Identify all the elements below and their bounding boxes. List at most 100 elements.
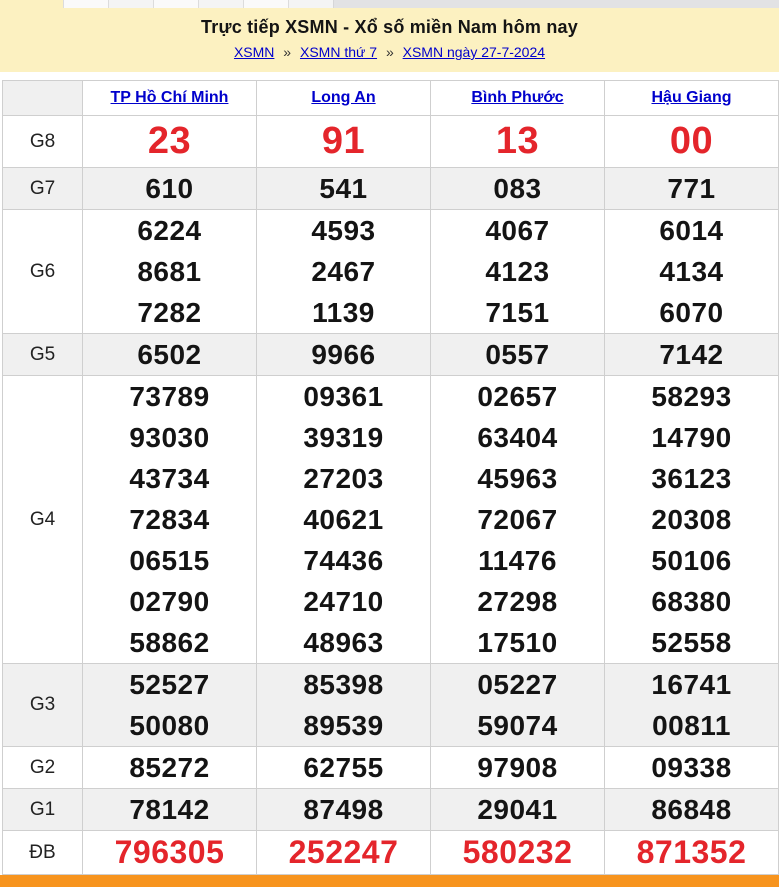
- result-number: 74436: [257, 540, 430, 581]
- prize-row-G1: G178142874982904186848: [3, 789, 779, 831]
- result-number: 7282: [83, 292, 256, 333]
- province-link-tphcm[interactable]: TP Hồ Chí Minh: [111, 89, 229, 106]
- result-cell: 1674100811: [605, 664, 779, 747]
- result-cell: 09361393192720340621744362471048963: [257, 376, 431, 664]
- result-cell: 6502: [83, 334, 257, 376]
- result-cell: 23: [83, 116, 257, 168]
- province-header-cell: Bình Phước: [431, 81, 605, 116]
- result-number: 4123: [431, 251, 604, 292]
- result-number: 85272: [83, 747, 256, 788]
- province-link-longan[interactable]: Long An: [311, 89, 375, 106]
- breadcrumb: XSMN » XSMN thứ 7 » XSMN ngày 27-7-2024: [0, 44, 779, 60]
- result-number: 541: [257, 168, 430, 209]
- result-number: 252247: [257, 831, 430, 874]
- result-cell: 796305: [83, 831, 257, 875]
- result-number: 7142: [605, 334, 778, 375]
- result-number: 1139: [257, 292, 430, 333]
- result-number: 9966: [257, 334, 430, 375]
- result-number: 4134: [605, 251, 778, 292]
- result-cell: 02657634044596372067114762729817510: [431, 376, 605, 664]
- prize-row-G6: G662248681728245932467113940674123715160…: [3, 210, 779, 334]
- top-tab-active[interactable]: [0, 0, 63, 8]
- result-number: 62755: [257, 747, 430, 788]
- page-title: Trực tiếp XSMN - Xổ số miền Nam hôm nay: [0, 17, 779, 38]
- province-header-cell: Hậu Giang: [605, 81, 779, 116]
- prize-label: G4: [3, 376, 83, 664]
- result-number: 24710: [257, 581, 430, 622]
- result-number: 083: [431, 168, 604, 209]
- prize-row-G7: G7610541083771: [3, 168, 779, 210]
- corner-cell: [3, 81, 83, 116]
- result-cell: 541: [257, 168, 431, 210]
- result-number: 86848: [605, 789, 778, 830]
- result-number: 72067: [431, 499, 604, 540]
- result-number: 09361: [257, 376, 430, 417]
- result-number: 87498: [257, 789, 430, 830]
- result-number: 6224: [83, 210, 256, 251]
- result-number: 00: [605, 116, 778, 167]
- result-cell: 58293147903612320308501066838052558: [605, 376, 779, 664]
- prize-row-G5: G56502996605577142: [3, 334, 779, 376]
- result-number: 13: [431, 116, 604, 167]
- result-number: 48963: [257, 622, 430, 663]
- result-number: 0557: [431, 334, 604, 375]
- result-cell: 610: [83, 168, 257, 210]
- result-number: 17510: [431, 622, 604, 663]
- result-cell: 7142: [605, 334, 779, 376]
- result-number: 50080: [83, 705, 256, 746]
- result-number: 93030: [83, 417, 256, 458]
- result-number: 39319: [257, 417, 430, 458]
- result-number: 00811: [605, 705, 778, 746]
- result-number: 4067: [431, 210, 604, 251]
- header-table-gap: [0, 72, 779, 80]
- province-header-cell: TP Hồ Chí Minh: [83, 81, 257, 116]
- prize-label: G6: [3, 210, 83, 334]
- prize-row-G3: G352527500808539889539052275907416741008…: [3, 664, 779, 747]
- result-number: 09338: [605, 747, 778, 788]
- result-number: 580232: [431, 831, 604, 874]
- result-number: 20308: [605, 499, 778, 540]
- result-number: 6502: [83, 334, 256, 375]
- lottery-results-page: Trực tiếp XSMN - Xổ số miền Nam hôm nay …: [0, 0, 779, 887]
- result-number: 52527: [83, 664, 256, 705]
- prize-label: G1: [3, 789, 83, 831]
- top-tab[interactable]: [153, 0, 198, 8]
- result-cell: 252247: [257, 831, 431, 875]
- prize-label: G7: [3, 168, 83, 210]
- top-tab[interactable]: [243, 0, 288, 8]
- breadcrumb-link-xsmn-date[interactable]: XSMN ngày 27-7-2024: [403, 44, 545, 60]
- result-cell: 0557: [431, 334, 605, 376]
- result-cell: 580232: [431, 831, 605, 875]
- result-number: 89539: [257, 705, 430, 746]
- province-link-binhphuoc[interactable]: Bình Phước: [471, 89, 563, 106]
- result-cell: 85272: [83, 747, 257, 789]
- breadcrumb-link-xsmn-thu7[interactable]: XSMN thứ 7: [300, 44, 377, 60]
- result-number: 7151: [431, 292, 604, 333]
- result-number: 50106: [605, 540, 778, 581]
- result-number: 6070: [605, 292, 778, 333]
- result-number: 4593: [257, 210, 430, 251]
- top-tab[interactable]: [108, 0, 153, 8]
- result-number: 78142: [83, 789, 256, 830]
- result-number: 52558: [605, 622, 778, 663]
- province-link-haugiang[interactable]: Hậu Giang: [651, 89, 731, 106]
- breadcrumb-link-xsmn[interactable]: XSMN: [234, 44, 274, 60]
- result-number: 2467: [257, 251, 430, 292]
- result-number: 73789: [83, 376, 256, 417]
- result-cell: 622486817282: [83, 210, 257, 334]
- result-cell: 62755: [257, 747, 431, 789]
- result-number: 23: [83, 116, 256, 167]
- top-tab[interactable]: [63, 0, 108, 8]
- province-header-cell: Long An: [257, 81, 431, 116]
- result-number: 27298: [431, 581, 604, 622]
- result-number: 796305: [83, 831, 256, 874]
- result-cell: 09338: [605, 747, 779, 789]
- top-tab-strip: [0, 0, 779, 8]
- prize-row-G2: G285272627559790809338: [3, 747, 779, 789]
- result-cell: 91: [257, 116, 431, 168]
- top-tab[interactable]: [288, 0, 333, 8]
- top-tab[interactable]: [198, 0, 243, 8]
- result-cell: 78142: [83, 789, 257, 831]
- result-number: 40621: [257, 499, 430, 540]
- breadcrumb-separator: »: [283, 44, 291, 60]
